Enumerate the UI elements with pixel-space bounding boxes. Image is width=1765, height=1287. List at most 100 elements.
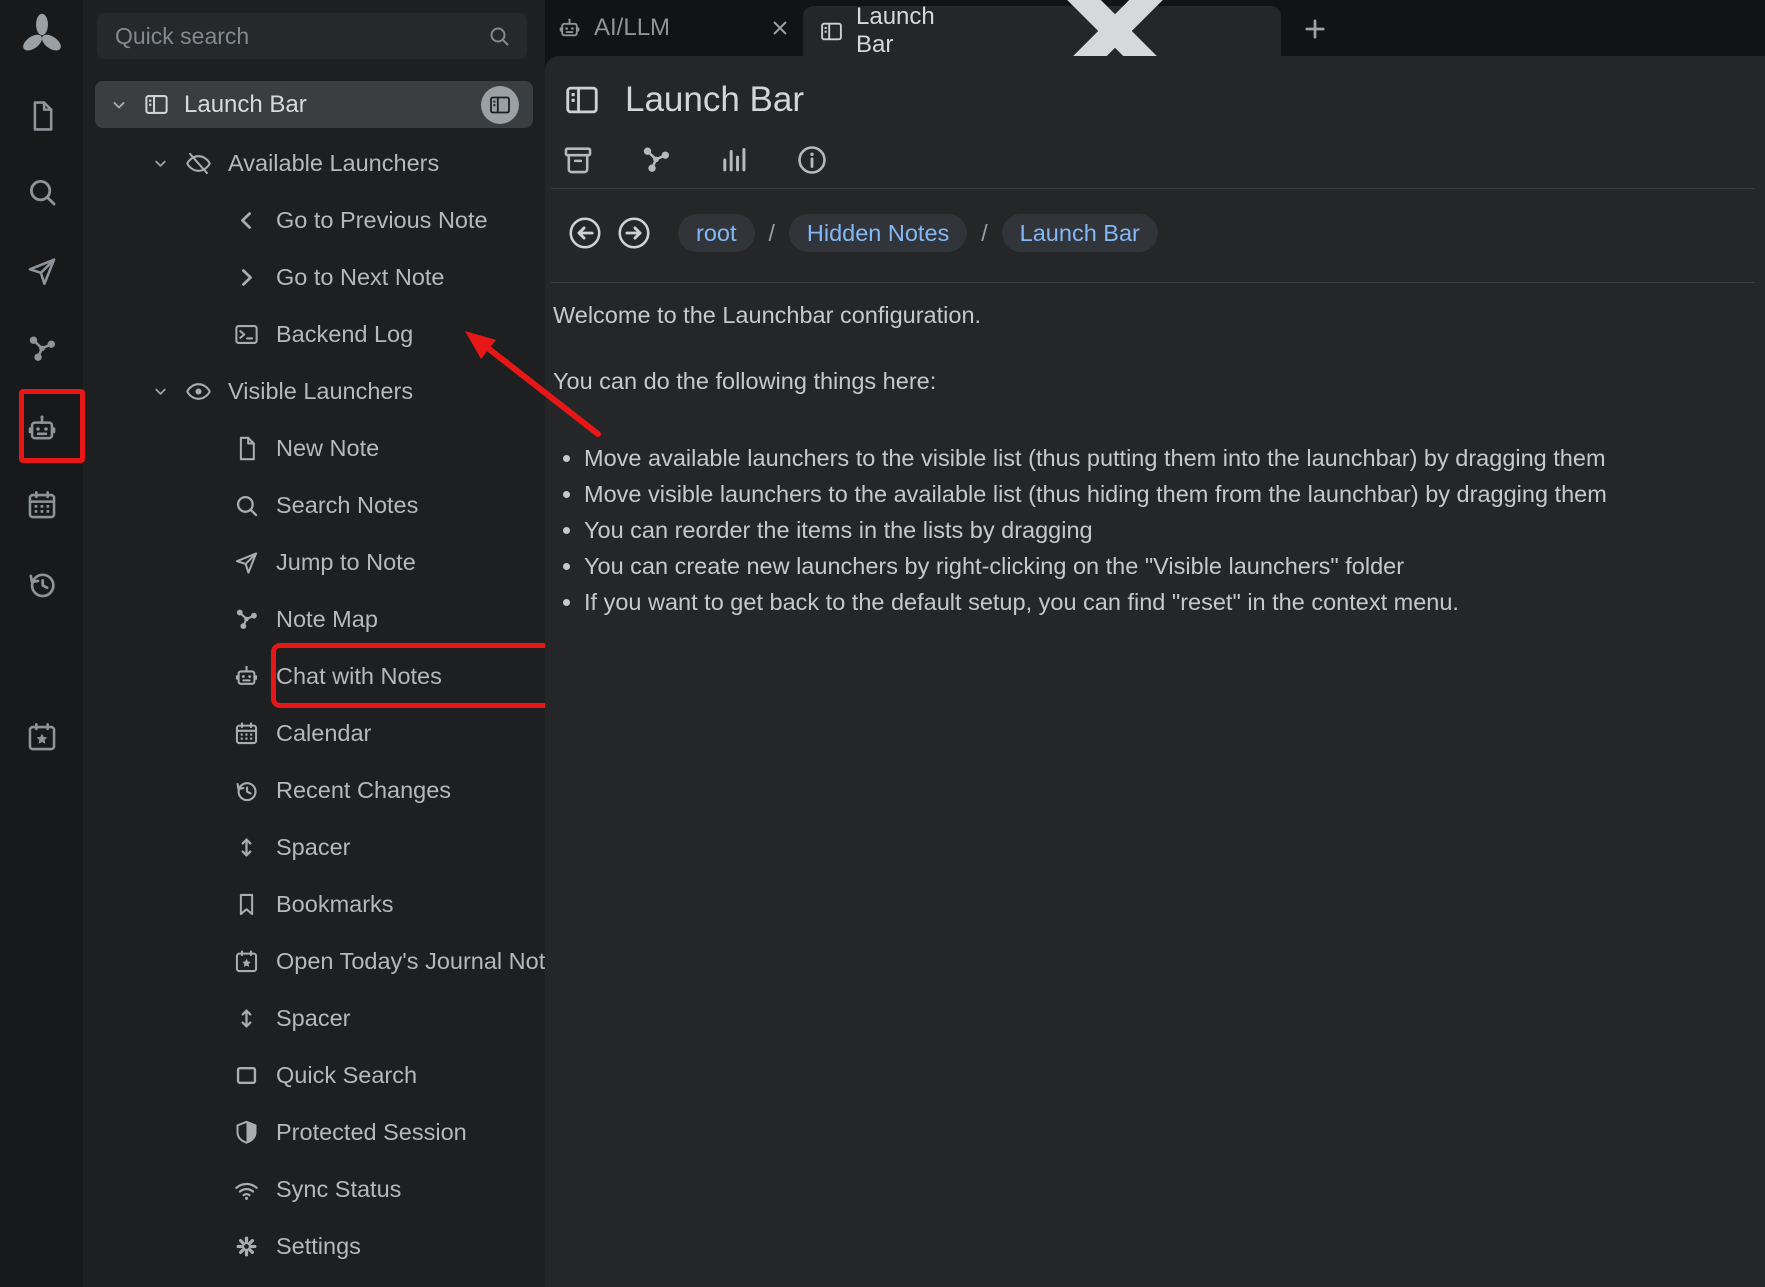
sidebar-recent-changes-icon[interactable]	[25, 567, 59, 601]
eyeoff-icon	[185, 150, 212, 177]
sidebar-chat-with-notes-icon[interactable]	[25, 412, 59, 446]
tree-item-protected-session[interactable]: Protected Session	[83, 1104, 545, 1161]
tree-item-backend-log[interactable]: Backend Log	[83, 306, 545, 363]
tree-item-label: Sync Status	[276, 1176, 401, 1203]
tree-item-label: Bookmarks	[276, 891, 394, 918]
note-content[interactable]: Welcome to the Launchbar configuration. …	[553, 300, 1729, 620]
tree-item-bookmarks[interactable]: Bookmarks	[83, 876, 545, 933]
quick-search-input[interactable]	[113, 22, 487, 51]
note-map-icon[interactable]	[639, 143, 673, 177]
tree-item-go-to-next-note[interactable]: Go to Next Note	[83, 249, 545, 306]
breadcrumb-segment-root[interactable]: root	[678, 214, 755, 252]
terminal-icon	[233, 321, 260, 348]
trilium-app-window: Launch Bar Available Launchers Go to Prev…	[0, 0, 1765, 1287]
subtitle-paragraph: You can do the following things here:	[553, 366, 1729, 396]
tree-item-settings[interactable]: Settings	[83, 1218, 545, 1275]
launch-bar-circle-button[interactable]	[481, 86, 519, 124]
bullet-item: You can reorder the items in the lists b…	[584, 512, 1729, 548]
note-path-breadcrumb: root/Hidden Notes/Launch Bar	[566, 214, 1158, 252]
new-tab-button[interactable]	[1297, 14, 1333, 44]
sidebar-note-map-icon[interactable]	[25, 332, 59, 366]
chevron-down-icon[interactable]	[151, 382, 170, 401]
chevron-down-icon[interactable]	[109, 95, 129, 115]
history-back-button[interactable]	[566, 214, 604, 252]
launch-bar-icon	[819, 19, 844, 44]
tree-item-go-to-previous-note[interactable]: Go to Previous Note	[83, 192, 545, 249]
tree-root-label: Launch Bar	[184, 91, 481, 119]
tree-item-available-launchers[interactable]: Available Launchers	[83, 135, 545, 192]
sidebar-new-note-icon[interactable]	[25, 99, 59, 133]
sidebar-calendar-icon[interactable]	[25, 488, 59, 522]
tab-launch-bar-active[interactable]: Launch Bar	[803, 6, 1281, 56]
tree-item-recent-changes[interactable]: Recent Changes	[83, 762, 545, 819]
calendarstar-icon	[233, 948, 260, 975]
note-title[interactable]: Launch Bar	[625, 80, 804, 120]
note-detail-pane: Launch Bar root/Hidden Notes/Launch Bar …	[545, 56, 1765, 1287]
wifi-icon	[233, 1176, 260, 1203]
sidebar-jump-to-note-icon[interactable]	[25, 254, 59, 288]
robot-icon	[233, 663, 260, 690]
tree-item-list: Available Launchers Go to Previous Note Go…	[83, 135, 545, 1275]
tree-item-label: Go to Next Note	[276, 264, 445, 291]
tab-label: AI/LLM	[594, 14, 767, 42]
sidebar-open-todays-journal-icon[interactable]	[25, 720, 59, 754]
history-forward-button[interactable]	[615, 214, 653, 252]
bullet-item: Move visible launchers to the available …	[584, 476, 1729, 512]
intro-paragraph: Welcome to the Launchbar configuration.	[553, 300, 1729, 330]
calendar-icon	[233, 720, 260, 747]
close-tab-icon[interactable]	[767, 15, 793, 41]
search-icon[interactable]	[487, 24, 511, 48]
note-info-chart-icon[interactable]	[717, 143, 751, 177]
chevright-icon	[233, 264, 260, 291]
sidebar-search-notes-icon[interactable]	[25, 175, 59, 209]
updown-icon	[233, 834, 260, 861]
launch-bar-icon	[563, 81, 601, 119]
tree-item-new-note[interactable]: New Note	[83, 420, 545, 477]
divider	[551, 282, 1755, 283]
tree-item-label: Spacer	[276, 1005, 350, 1032]
tree-item-label: New Note	[276, 435, 379, 462]
robot-icon	[557, 16, 582, 41]
breadcrumb-segment-hidden-notes[interactable]: Hidden Notes	[789, 214, 967, 252]
quick-search-box	[97, 13, 527, 59]
trilium-logo-icon[interactable]	[19, 13, 65, 59]
tree-item-open-today-s-journal-note[interactable]: Open Today's Journal Note	[83, 933, 545, 990]
tree-item-jump-to-note[interactable]: Jump to Note	[83, 534, 545, 591]
bullet-list: Move available launchers to the visible …	[553, 440, 1729, 620]
tree-item-label: Available Launchers	[228, 150, 439, 177]
tree-item-note-map[interactable]: Note Map	[83, 591, 545, 648]
tree-item-quick-search[interactable]: Quick Search	[83, 1047, 545, 1104]
tree-item-label: Spacer	[276, 834, 350, 861]
tree-item-label: Search Notes	[276, 492, 418, 519]
chevleft-icon	[233, 207, 260, 234]
tab-ai-llm[interactable]: AI/LLM	[551, 0, 803, 56]
tree-item-label: Visible Launchers	[228, 378, 413, 405]
bullet-item: You can create new launchers by right-cl…	[584, 548, 1729, 584]
tree-item-visible-launchers[interactable]: Visible Launchers	[83, 363, 545, 420]
tree-item-chat-with-notes[interactable]: Chat with Notes	[83, 648, 545, 705]
tree-root-launch-bar[interactable]: Launch Bar	[95, 81, 533, 128]
tree-item-spacer[interactable]: Spacer	[83, 990, 545, 1047]
bullet-item: If you want to get back to the default s…	[584, 584, 1729, 620]
send-icon	[233, 549, 260, 576]
launch-bar-icon	[143, 91, 170, 118]
tree-item-label: Protected Session	[276, 1119, 467, 1146]
divider	[551, 188, 1755, 189]
tree-item-calendar[interactable]: Calendar	[83, 705, 545, 762]
tree-item-label: Backend Log	[276, 321, 413, 348]
ribbon-tabs	[561, 143, 829, 177]
eye-icon	[185, 378, 212, 405]
tree-item-search-notes[interactable]: Search Notes	[83, 477, 545, 534]
tree-item-spacer[interactable]: Spacer	[83, 819, 545, 876]
note-title-row: Launch Bar	[563, 80, 804, 120]
tree-item-label: Note Map	[276, 606, 378, 633]
notemap-icon	[233, 606, 260, 633]
search-icon	[233, 492, 260, 519]
basic-properties-icon[interactable]	[561, 143, 595, 177]
tab-label: Launch Bar	[856, 3, 965, 59]
tree-item-sync-status[interactable]: Sync Status	[83, 1161, 545, 1218]
info-icon[interactable]	[795, 143, 829, 177]
tree-item-label: Chat with Notes	[276, 663, 442, 690]
chevron-down-icon[interactable]	[151, 154, 170, 173]
breadcrumb-segment-launch-bar[interactable]: Launch Bar	[1002, 214, 1158, 252]
